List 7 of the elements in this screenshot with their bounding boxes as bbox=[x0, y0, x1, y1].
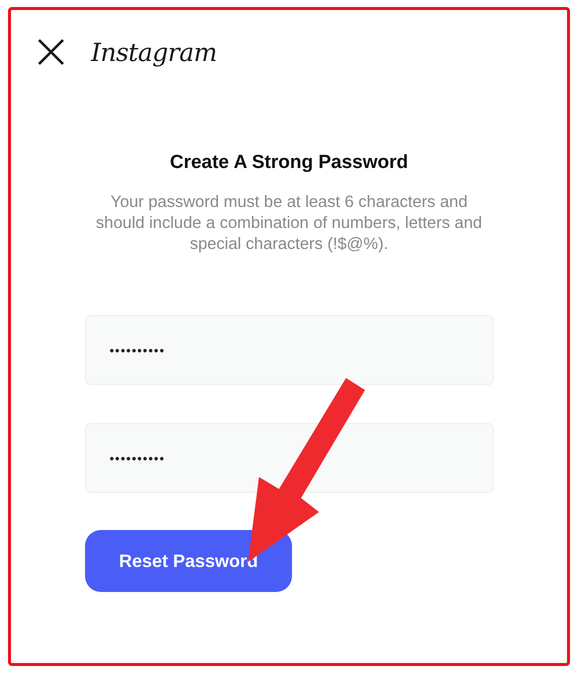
brand-name: Instagram bbox=[91, 38, 217, 66]
reset-password-button[interactable]: Reset Password bbox=[85, 530, 292, 592]
page-title: Create A Strong Password bbox=[170, 152, 408, 174]
close-icon[interactable] bbox=[37, 38, 65, 66]
password-field[interactable]: •••••••••• bbox=[84, 423, 494, 493]
description: Your password must be at least 6 characters and should include a combination of numbers, letters and special characters (!$@%). bbox=[94, 192, 484, 255]
password-field[interactable]: •••••••••• bbox=[84, 315, 494, 385]
